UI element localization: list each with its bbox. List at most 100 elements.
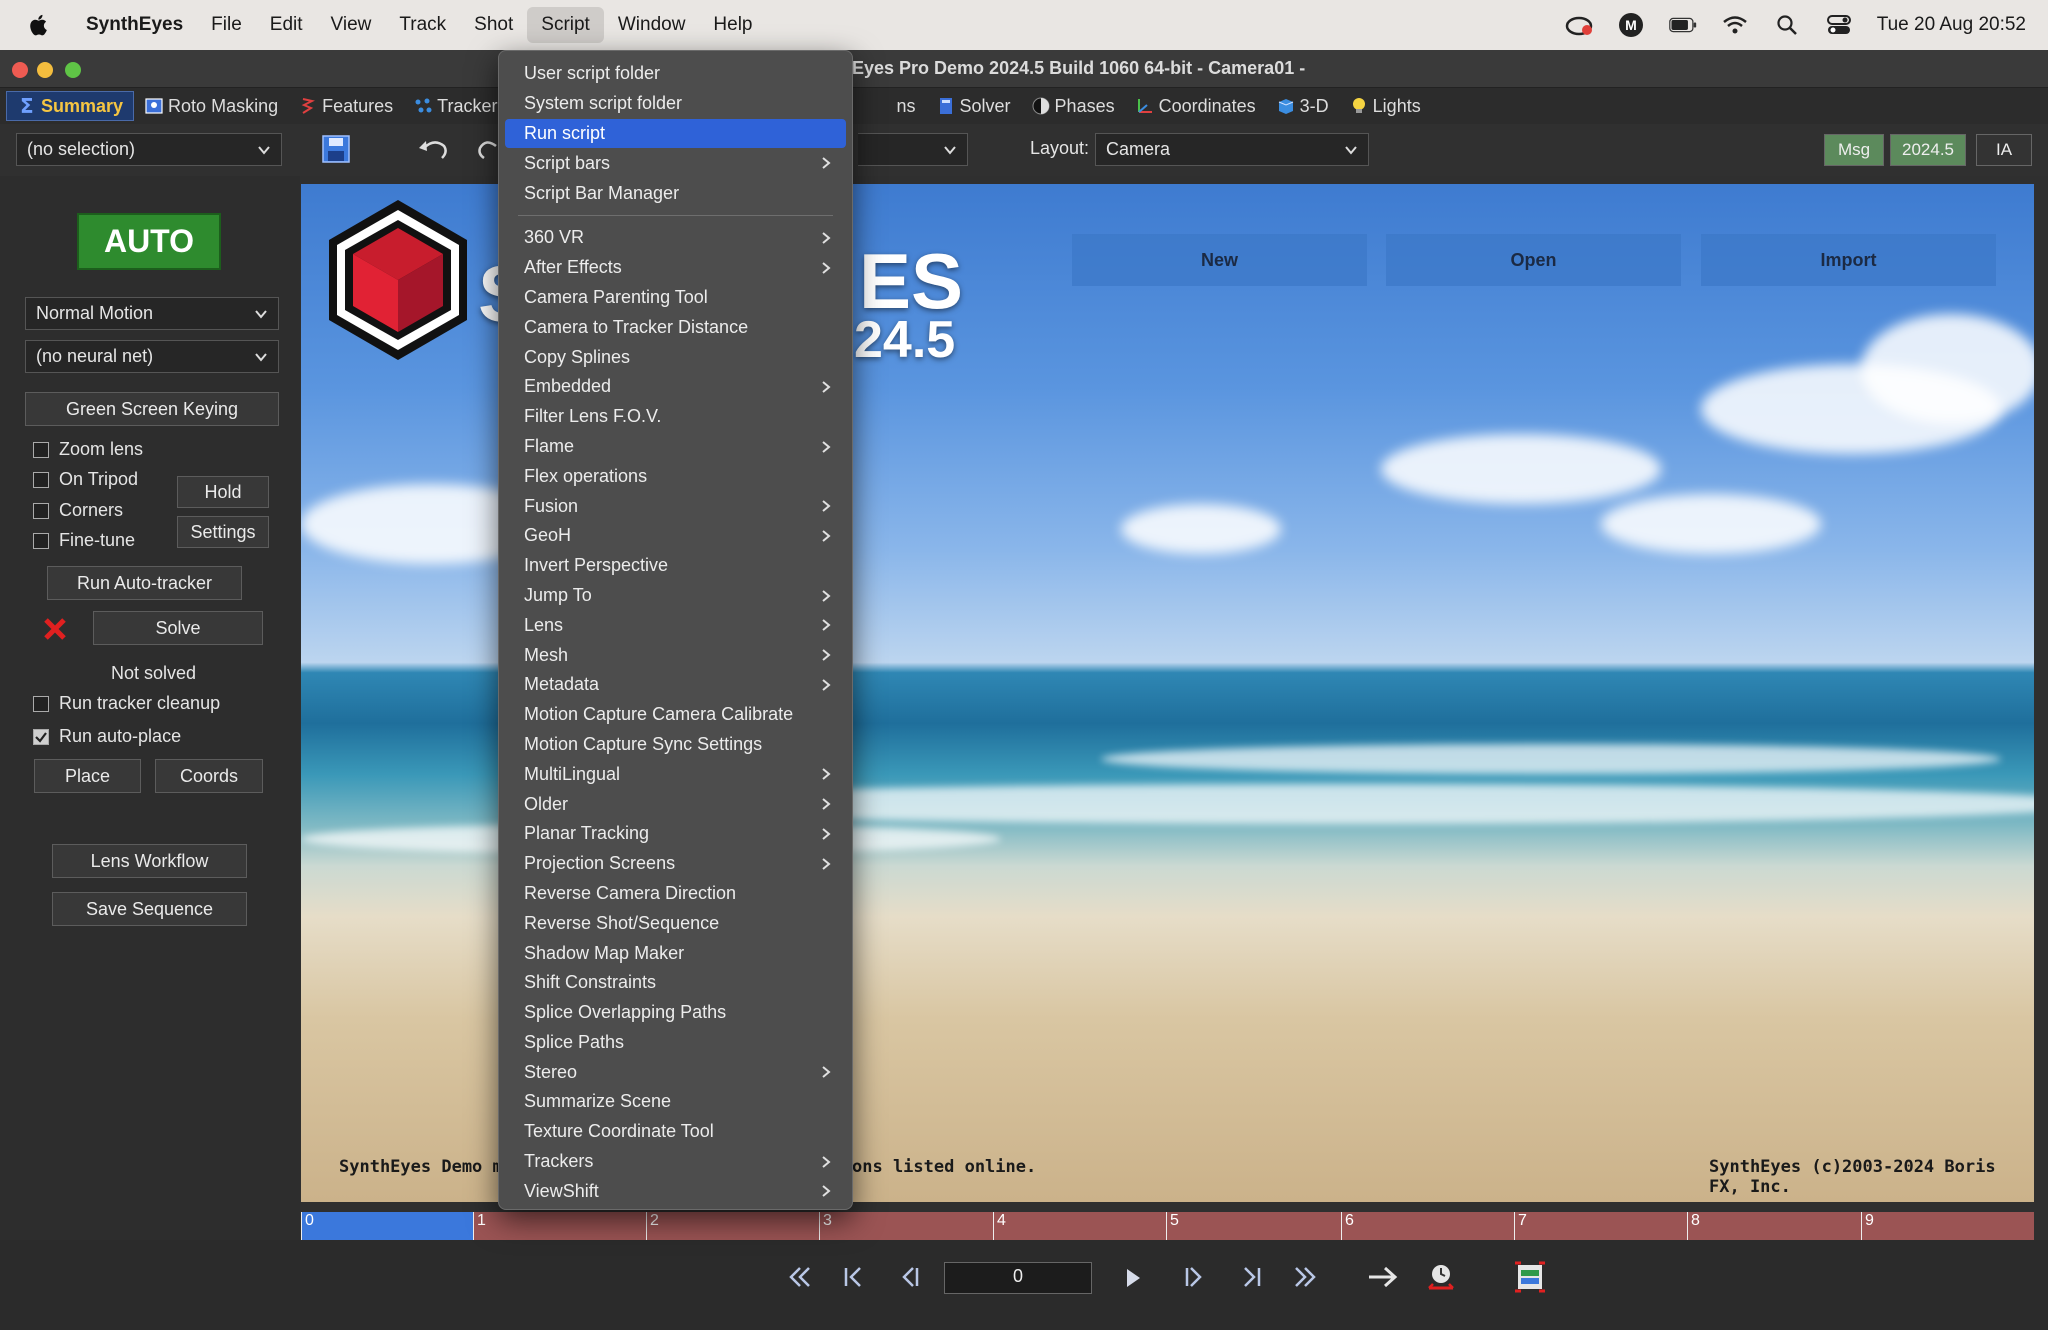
- menu-item-trackers[interactable]: Trackers: [505, 1147, 846, 1177]
- go-to-end-icon[interactable]: [1237, 1262, 1267, 1292]
- menu-item-flex-operations[interactable]: Flex operations: [505, 461, 846, 491]
- green-screen-keying-button[interactable]: Green Screen Keying: [25, 392, 279, 426]
- neural-net-dropdown[interactable]: (no neural net): [25, 340, 279, 373]
- corners-checkbox[interactable]: Corners: [33, 500, 123, 521]
- menu-item-reverse-camera-direction[interactable]: Reverse Camera Direction: [505, 879, 846, 909]
- go-to-start-icon[interactable]: [838, 1262, 868, 1292]
- menubar-clock[interactable]: Tue 20 Aug 20:52: [1877, 14, 2026, 36]
- menu-window[interactable]: Window: [604, 7, 700, 43]
- timeline-bar[interactable]: 0 1 2 3 4 5 6 7 8 9: [301, 1212, 2034, 1240]
- tab-lights[interactable]: Lights: [1339, 91, 1431, 121]
- tab-coordinates[interactable]: Coordinates: [1125, 91, 1266, 121]
- apple-icon[interactable]: [26, 12, 52, 38]
- menu-item-multilingual[interactable]: MultiLingual: [505, 759, 846, 789]
- menu-item-flame[interactable]: Flame: [505, 432, 846, 462]
- menu-item-system-script-folder[interactable]: System script folder: [505, 89, 846, 119]
- auto-button[interactable]: AUTO: [77, 213, 221, 270]
- hold-button[interactable]: Hold: [177, 476, 269, 508]
- control-center-icon[interactable]: [1825, 11, 1853, 39]
- menu-item-projection-screens[interactable]: Projection Screens: [505, 849, 846, 879]
- save-icon[interactable]: [321, 134, 351, 164]
- step-back-icon[interactable]: [893, 1262, 923, 1292]
- new-button[interactable]: New: [1072, 234, 1367, 286]
- version-badge[interactable]: 2024.5: [1890, 134, 1966, 166]
- menu-item-360-vr[interactable]: 360 VR: [505, 223, 846, 253]
- minimize-window-button[interactable]: [37, 62, 53, 78]
- msg-button[interactable]: Msg: [1824, 134, 1884, 166]
- run-tracker-cleanup-checkbox[interactable]: Run tracker cleanup: [33, 693, 220, 714]
- zoom-window-button[interactable]: [65, 62, 81, 78]
- menu-track[interactable]: Track: [385, 7, 460, 43]
- zoom-lens-checkbox[interactable]: Zoom lens: [33, 439, 143, 460]
- solve-button[interactable]: Solve: [93, 611, 263, 645]
- menu-item-filter-lens-f-o-v[interactable]: Filter Lens F.O.V.: [505, 402, 846, 432]
- menu-item-motion-capture-sync-settings[interactable]: Motion Capture Sync Settings: [505, 730, 846, 760]
- place-button[interactable]: Place: [34, 759, 141, 793]
- menu-item-after-effects[interactable]: After Effects: [505, 253, 846, 283]
- menu-item-mesh[interactable]: Mesh: [505, 640, 846, 670]
- menu-item-camera-to-tracker-distance[interactable]: Camera to Tracker Distance: [505, 312, 846, 342]
- run-auto-place-checkbox[interactable]: Run auto-place: [33, 726, 181, 747]
- creative-cloud-icon[interactable]: [1565, 11, 1593, 39]
- frame-range-icon[interactable]: [1513, 1260, 1547, 1294]
- menu-item-user-script-folder[interactable]: User script folder: [505, 59, 846, 89]
- redo-icon[interactable]: [476, 136, 498, 164]
- fine-tune-checkbox[interactable]: Fine-tune: [33, 530, 135, 551]
- tab-phases[interactable]: Phases: [1021, 91, 1125, 121]
- menu-item-stereo[interactable]: Stereo: [505, 1057, 846, 1087]
- layout-dropdown[interactable]: Camera: [1095, 133, 1369, 166]
- save-sequence-button[interactable]: Save Sequence: [52, 892, 247, 926]
- lens-workflow-button[interactable]: Lens Workflow: [52, 844, 247, 878]
- menu-item-embedded[interactable]: Embedded: [505, 372, 846, 402]
- menu-item-geoh[interactable]: GeoH: [505, 521, 846, 551]
- play-direction-arrow-icon[interactable]: [1366, 1262, 1400, 1292]
- menu-item-reverse-shot-sequence[interactable]: Reverse Shot/Sequence: [505, 908, 846, 938]
- menu-view[interactable]: View: [317, 7, 386, 43]
- menu-item-planar-tracking[interactable]: Planar Tracking: [505, 819, 846, 849]
- wifi-icon[interactable]: [1721, 11, 1749, 39]
- menu-shot[interactable]: Shot: [460, 7, 527, 43]
- ia-button[interactable]: IA: [1976, 134, 2032, 166]
- tab-3d[interactable]: 3-D: [1266, 91, 1339, 121]
- menu-item-splice-overlapping-paths[interactable]: Splice Overlapping Paths: [505, 998, 846, 1028]
- camera-dropdown[interactable]: [858, 133, 968, 166]
- tab-summary[interactable]: Σ Summary: [6, 91, 135, 121]
- m-app-icon[interactable]: M: [1617, 11, 1645, 39]
- frame-number-input[interactable]: 0: [944, 1262, 1092, 1294]
- menu-item-splice-paths[interactable]: Splice Paths: [505, 1028, 846, 1058]
- menu-item-run-script[interactable]: Run script: [505, 118, 846, 149]
- menu-item-jump-to[interactable]: Jump To: [505, 581, 846, 611]
- fast-forward-icon[interactable]: [1291, 1262, 1321, 1292]
- selection-dropdown[interactable]: (no selection): [16, 133, 282, 166]
- menu-item-motion-capture-camera-calibrate[interactable]: Motion Capture Camera Calibrate: [505, 700, 846, 730]
- menu-edit[interactable]: Edit: [256, 7, 317, 43]
- menu-item-viewshift[interactable]: ViewShift: [505, 1176, 846, 1206]
- import-button[interactable]: Import: [1701, 234, 1996, 286]
- menu-item-invert-perspective[interactable]: Invert Perspective: [505, 551, 846, 581]
- menu-item-script-bars[interactable]: Script bars: [505, 148, 846, 178]
- menu-app-name[interactable]: SynthEyes: [72, 7, 197, 43]
- menu-item-lens[interactable]: Lens: [505, 610, 846, 640]
- step-forward-icon[interactable]: [1181, 1262, 1211, 1292]
- menu-item-shift-constraints[interactable]: Shift Constraints: [505, 968, 846, 998]
- rewind-fast-icon[interactable]: [784, 1262, 814, 1292]
- menu-item-texture-coordinate-tool[interactable]: Texture Coordinate Tool: [505, 1117, 846, 1147]
- tab-solver[interactable]: Solver: [926, 91, 1021, 121]
- tab-roto-masking[interactable]: Roto Masking: [134, 91, 288, 121]
- menu-item-camera-parenting-tool[interactable]: Camera Parenting Tool: [505, 283, 846, 313]
- menu-item-shadow-map-maker[interactable]: Shadow Map Maker: [505, 938, 846, 968]
- playback-speed-icon[interactable]: [1424, 1260, 1458, 1294]
- menu-item-copy-splines[interactable]: Copy Splines: [505, 342, 846, 372]
- menu-help[interactable]: Help: [699, 7, 766, 43]
- tab-partial[interactable]: ns: [887, 91, 926, 121]
- open-button[interactable]: Open: [1386, 234, 1681, 286]
- play-icon[interactable]: [1118, 1263, 1148, 1293]
- battery-icon[interactable]: [1668, 11, 1697, 39]
- menu-item-script-bar-manager[interactable]: Script Bar Manager: [505, 178, 846, 208]
- undo-icon[interactable]: [416, 136, 450, 164]
- menu-item-fusion[interactable]: Fusion: [505, 491, 846, 521]
- close-window-button[interactable]: [12, 62, 28, 78]
- motion-dropdown[interactable]: Normal Motion: [25, 297, 279, 330]
- on-tripod-checkbox[interactable]: On Tripod: [33, 469, 138, 490]
- menu-file[interactable]: File: [197, 7, 256, 43]
